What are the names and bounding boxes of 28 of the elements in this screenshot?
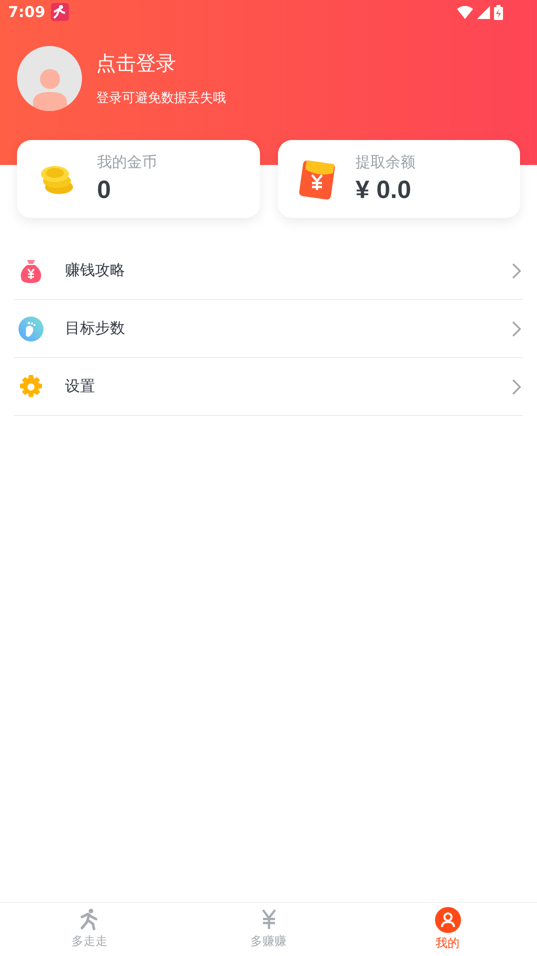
login-hint: 登录可避免数据丢失哦 (96, 90, 226, 107)
stat-value: ¥ 0.0 (356, 176, 412, 205)
menu-label: 目标步数 (65, 319, 125, 338)
wifi-icon (457, 6, 473, 18)
menu-label: 设置 (65, 377, 95, 396)
menu-item[interactable]: 赚钱攻略 (14, 242, 523, 300)
stat-label: 提取余额 (356, 153, 416, 172)
chevron-right-icon (512, 262, 521, 278)
tab-label: 我的 (436, 935, 460, 952)
money-bag-icon (18, 258, 44, 284)
battery-icon (494, 4, 503, 20)
footprint-icon (18, 316, 44, 342)
menu-item[interactable]: 目标步数 (14, 300, 523, 358)
user-icon (434, 907, 460, 933)
menu-item[interactable]: 设置 (14, 358, 523, 416)
signal-icon (477, 6, 490, 18)
status-time: 7:09 (8, 3, 46, 21)
tab-label: 多走走 (72, 933, 108, 950)
app-notification-icon (51, 3, 70, 21)
stat-value: 0 (97, 176, 112, 205)
stat-card[interactable]: 我的金币 0 (17, 140, 260, 218)
stat-label: 我的金币 (97, 153, 157, 172)
stat-card[interactable]: 提取余额 ¥ 0.0 (278, 140, 520, 218)
gear-icon (18, 374, 44, 400)
chevron-right-icon (512, 320, 521, 336)
menu-label: 赚钱攻略 (65, 261, 125, 280)
tab-label: 多赚赚 (250, 933, 286, 950)
chevron-right-icon (512, 378, 521, 394)
